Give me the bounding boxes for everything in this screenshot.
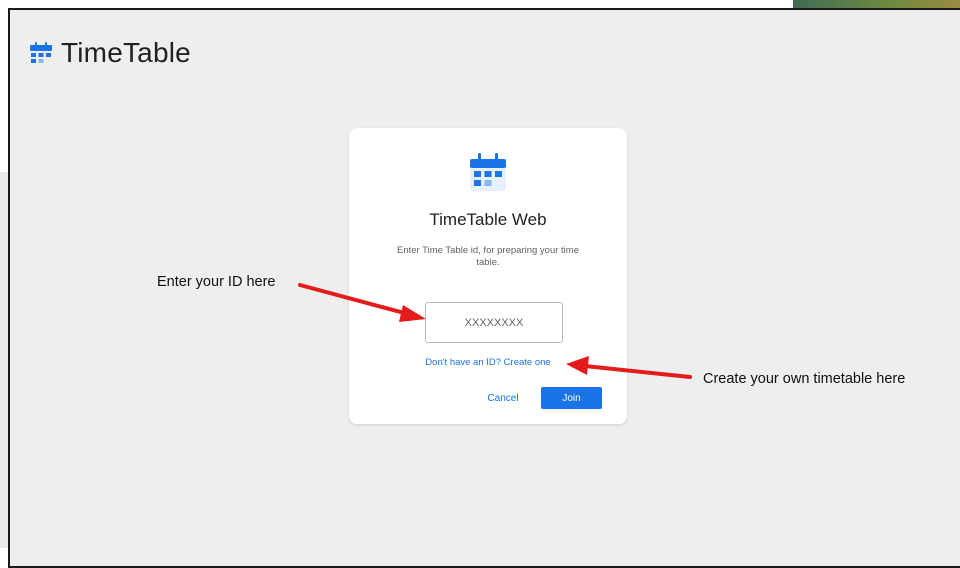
join-dialog: TimeTable Web Enter Time Table id, for p… xyxy=(349,128,627,424)
annotation-enter-id: Enter your ID here xyxy=(157,274,276,290)
join-button[interactable]: Join xyxy=(541,387,602,409)
cancel-button[interactable]: Cancel xyxy=(475,387,531,409)
timetable-id-input[interactable] xyxy=(425,302,563,343)
brand-header: TimeTable xyxy=(30,37,191,69)
dialog-title: TimeTable Web xyxy=(429,210,547,229)
create-id-link[interactable]: Don't have an ID? Create one xyxy=(349,357,627,368)
annotation-create-timetable: Create your own timetable here xyxy=(703,371,906,387)
brand-title: TimeTable xyxy=(61,37,191,68)
dialog-subtitle: Enter Time Table id, for preparing your … xyxy=(397,245,579,268)
calendar-icon xyxy=(470,153,506,191)
calendar-icon xyxy=(30,42,52,63)
